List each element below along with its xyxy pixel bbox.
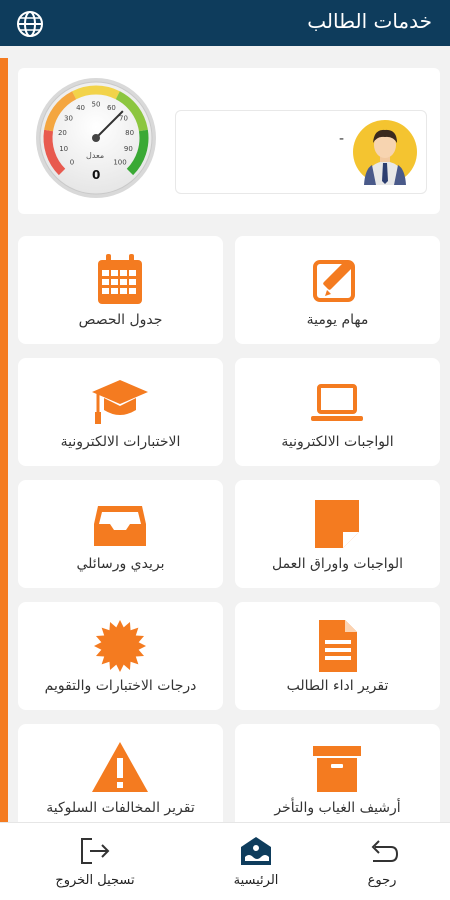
- gauge-color-band: [72, 85, 120, 100]
- calendar-icon: [98, 254, 142, 304]
- tile-label: الواجبات الالكترونية: [281, 434, 394, 450]
- page-title: خدمات الطالب: [307, 9, 432, 33]
- warning-icon: [92, 742, 148, 792]
- home-logo-icon: [241, 837, 271, 865]
- tile-absence-archive[interactable]: أرشيف الغياب والتأخر: [235, 724, 440, 832]
- tile-e-exams[interactable]: الاختبارات الالكترونية: [18, 358, 223, 466]
- tile-class-schedule[interactable]: جدول الحصص: [18, 236, 223, 344]
- nav-home[interactable]: الرئيسية: [186, 831, 326, 895]
- nav-back-label: رجوع: [367, 873, 397, 888]
- tile-label: بريدي ورسائلي: [76, 556, 165, 572]
- gauge-tick-label: 40: [76, 104, 85, 112]
- student-name: -: [338, 131, 344, 147]
- gauge-tick-label: 70: [119, 115, 128, 123]
- nav-back[interactable]: رجوع: [312, 831, 450, 895]
- gauge-tick-label: 80: [125, 129, 134, 137]
- gauge-tick-label: 90: [124, 145, 133, 153]
- tile-label: الواجبات واوراق العمل: [271, 556, 404, 572]
- tile-label: درجات الاختبارات والتقويم: [44, 678, 197, 694]
- gauge-value: 0: [92, 168, 100, 182]
- graduation-cap-icon: [92, 380, 148, 424]
- gauge-tick-label: 10: [59, 145, 68, 153]
- sticky-note-icon: [315, 500, 359, 548]
- tile-performance-report[interactable]: تقرير اداء الطالب: [235, 602, 440, 710]
- archive-box-icon: [313, 746, 361, 792]
- side-accent-bar: [0, 58, 8, 848]
- gauge-tick-label: 50: [92, 101, 101, 109]
- document-icon: [319, 620, 357, 672]
- bottom-navigation: رجوع الرئيسية تسجيل الخروج: [0, 822, 450, 900]
- gpa-gauge: 010203040 50 60708090100 معدل 0: [36, 78, 156, 198]
- back-arrow-icon: [371, 840, 399, 862]
- badge-icon: [94, 620, 146, 672]
- tile-label: أرشيف الغياب والتأخر: [274, 800, 401, 816]
- tile-behavior-report[interactable]: تقرير المخالفات السلوكية: [18, 724, 223, 832]
- tile-label: تقرير اداء الطالب: [286, 678, 389, 694]
- tile-label: جدول الحصص: [78, 312, 163, 328]
- tile-label: تقرير المخالفات السلوكية: [46, 800, 195, 816]
- tile-daily-tasks[interactable]: مهام يومية: [235, 236, 440, 344]
- tile-exam-grades[interactable]: درجات الاختبارات والتقويم: [18, 602, 223, 710]
- tile-label: مهام يومية: [306, 312, 369, 328]
- tile-e-assignments[interactable]: الواجبات الالكترونية: [235, 358, 440, 466]
- tile-mail-messages[interactable]: بريدي ورسائلي: [18, 480, 223, 588]
- inbox-icon: [94, 506, 146, 546]
- gauge-unit-label: معدل: [86, 151, 104, 160]
- gauge-tick-label: 20: [58, 129, 67, 137]
- globe-icon[interactable]: [14, 8, 46, 40]
- laptop-icon: [311, 384, 363, 421]
- gauge-tick-label: 30: [64, 115, 73, 123]
- student-info-box: -: [175, 110, 427, 194]
- nav-logout-label: تسجيل الخروج: [55, 873, 135, 888]
- student-avatar: [353, 120, 417, 185]
- tile-label: الاختبارات الالكترونية: [60, 434, 181, 450]
- nav-logout[interactable]: تسجيل الخروج: [25, 831, 165, 895]
- gauge-tick-label: 60: [107, 104, 116, 112]
- nav-home-label: الرئيسية: [233, 873, 279, 888]
- edit-icon: [313, 260, 355, 302]
- gauge-tick-label: 0: [70, 159, 74, 167]
- profile-card: 0 10 20 30 40 50 60 70 80 90 100 معدل 0 -: [18, 68, 440, 214]
- logout-icon: [81, 838, 110, 864]
- gauge-tick-label: 100: [113, 159, 126, 167]
- app-header: خدمات الطالب: [0, 0, 450, 46]
- tile-homework-worksheets[interactable]: الواجبات واوراق العمل: [235, 480, 440, 588]
